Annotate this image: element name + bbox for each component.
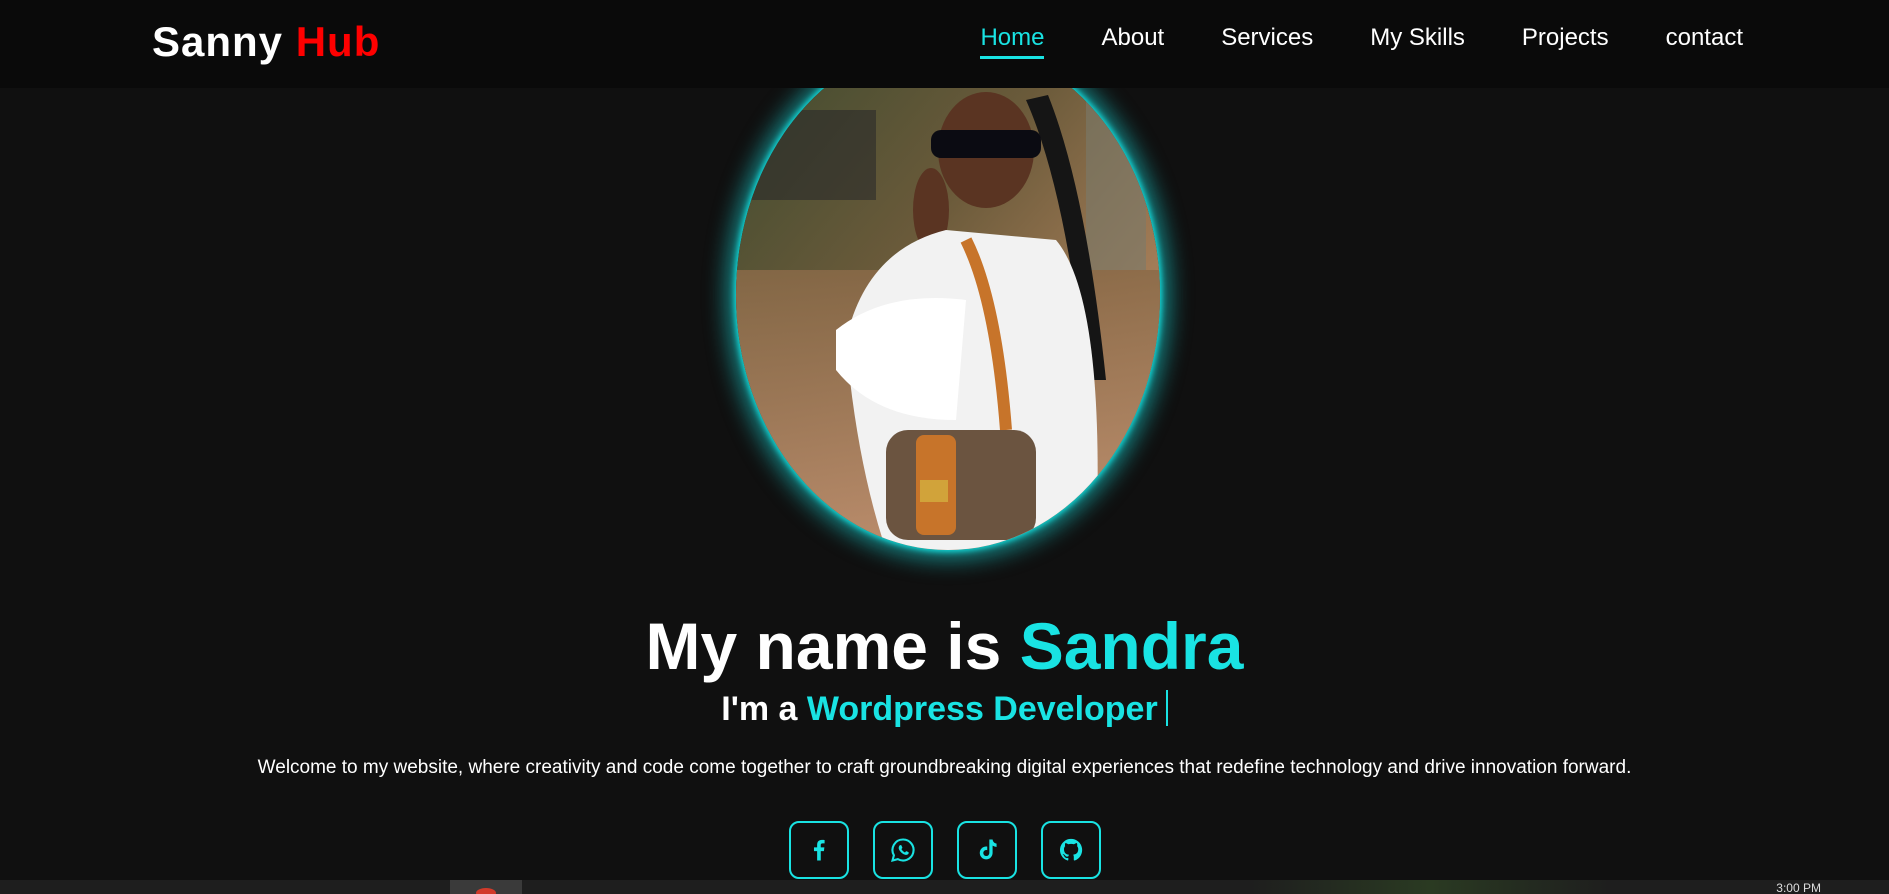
main-nav: Home About Services My Skills Projects c… (923, 24, 1743, 59)
taskbar-decoration (1250, 880, 1610, 894)
hero-title-name: Sandra (1019, 609, 1244, 683)
nav-projects[interactable]: Projects (1522, 24, 1609, 59)
facebook-icon (813, 839, 825, 861)
typing-cursor (1165, 690, 1168, 726)
github-link[interactable] (1040, 821, 1101, 879)
hero-title: My name is Sandra (0, 608, 1889, 684)
social-links (0, 821, 1889, 879)
facebook-link[interactable] (788, 821, 849, 879)
taskbar-clock: 3:00 PM (1776, 881, 1821, 894)
tiktok-link[interactable] (956, 821, 1017, 879)
os-taskbar: 3:00 PM (0, 880, 1889, 894)
site-header: Sanny Hub Home About Services My Skills … (0, 0, 1889, 88)
logo-main: Sanny (152, 18, 284, 65)
nav-home[interactable]: Home (980, 24, 1045, 59)
tiktok-icon (979, 839, 997, 860)
hero-subtitle-prefix: I'm a (721, 690, 798, 728)
site-logo[interactable]: Sanny Hub (152, 18, 380, 66)
profile-photo-image (736, 40, 1160, 550)
hero-welcome-text: Welcome to my website, where creativity … (257, 757, 1632, 778)
github-icon (1059, 838, 1082, 861)
whatsapp-icon (890, 838, 915, 862)
nav-contact[interactable]: contact (1666, 24, 1743, 59)
nav-my-skills[interactable]: My Skills (1370, 24, 1465, 59)
hero-subtitle-role: Wordpress Developer (806, 690, 1158, 728)
hero-title-prefix: My name is (645, 609, 1002, 683)
nav-services[interactable]: Services (1221, 24, 1313, 59)
profile-photo (736, 40, 1160, 550)
nav-about[interactable]: About (1101, 24, 1164, 59)
browser-icon (476, 888, 496, 894)
logo-accent: Hub (295, 18, 381, 65)
whatsapp-link[interactable] (872, 821, 933, 879)
hero-subtitle: I'm a Wordpress Developer (0, 690, 1889, 729)
